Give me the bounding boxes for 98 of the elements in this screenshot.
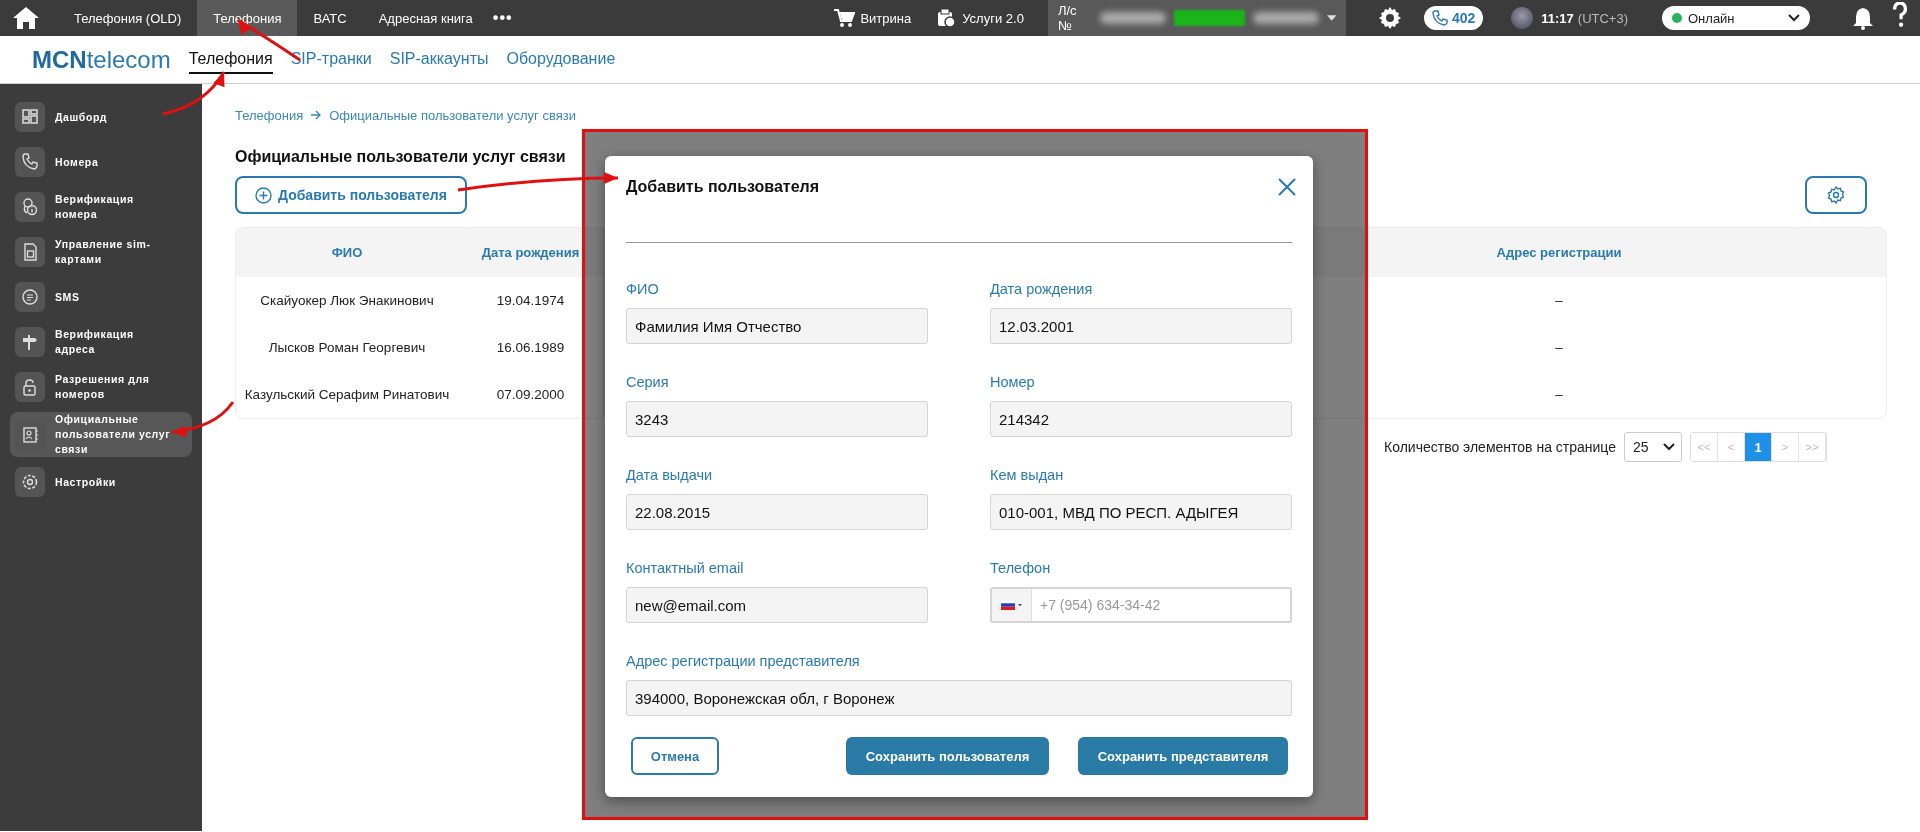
nav-tab[interactable]: ВАТС (297, 0, 363, 36)
sidebar-item[interactable]: Дашборд (10, 97, 192, 137)
column-header: Дата рождения (458, 228, 604, 277)
sidebar-item[interactable]: Номера (10, 142, 192, 182)
flag-icon[interactable] (1000, 600, 1023, 610)
table-cell-text: Казульский Серафим Ринатович (243, 386, 451, 404)
phone-info-icon (15, 192, 45, 222)
breadcrumb-link[interactable]: Телефония (235, 107, 304, 123)
clock-time: 11:17 (1541, 10, 1574, 26)
table-cell: 07.09.2000 (458, 371, 604, 418)
chevron-icon (1663, 443, 1675, 451)
caret-icon (1326, 15, 1336, 21)
services-label: Услуги 2.0 (962, 10, 1024, 26)
settings-icon (15, 467, 45, 497)
field-label: Номер (990, 374, 1036, 392)
settings-icon[interactable] (1377, 6, 1402, 30)
annotation-arrow (171, 401, 235, 438)
input-field[interactable]: new@email.com (626, 587, 928, 623)
sidebar-item[interactable]: Разрешения для номеров (10, 367, 192, 407)
status-label: Онлайн (1688, 10, 1735, 26)
field-label: Кем выдан (990, 467, 1065, 485)
dialog-title: Добавить пользователя (626, 178, 820, 196)
blurred-text (1252, 12, 1319, 24)
section-tab[interactable]: SIP-транки (290, 45, 372, 74)
nav-tab[interactable]: Телефония (197, 0, 298, 36)
field-label: Дата рождения (990, 281, 1094, 299)
more-menu[interactable]: ••• (492, 9, 513, 27)
phone-field[interactable]: +7 (954) 634-34-42 (990, 587, 1292, 623)
field-label: Телефон (990, 560, 1052, 578)
annotation-arrow (162, 71, 226, 116)
bell-icon[interactable] (1852, 6, 1874, 30)
phone-icon (15, 147, 45, 177)
close-icon[interactable] (1276, 176, 1298, 198)
services-link[interactable]: Услуги 2.0 (935, 8, 1024, 28)
signpost-icon (15, 327, 45, 357)
settings-button[interactable] (1805, 176, 1867, 214)
nav-tab[interactable]: Адресная книга (362, 0, 489, 36)
sim-card-icon (15, 237, 45, 267)
lock-icon (15, 372, 45, 402)
arrow-right-icon (311, 110, 322, 120)
table-cell-text: – (1554, 386, 1564, 404)
cart-icon (833, 8, 856, 28)
section-tab[interactable]: SIP-аккаунты (389, 45, 489, 74)
field-label: Контактный email (626, 560, 745, 578)
chevron-icon (1788, 14, 1800, 22)
shop-link[interactable]: Витрина (833, 8, 912, 28)
sidebar-item[interactable]: Верификация номера (10, 187, 192, 227)
field-label: Адрес регистрации представителя (626, 653, 861, 671)
save-button[interactable]: Сохранить представителя (1078, 737, 1288, 775)
section-tab[interactable]: Телефония (188, 45, 273, 74)
blurred-text (1173, 10, 1245, 26)
avatar-icon[interactable] (1511, 7, 1534, 29)
plus-icon (255, 186, 272, 204)
section-tab[interactable]: Оборудование (506, 45, 616, 74)
add-user-button[interactable]: Добавить пользователя (235, 176, 467, 214)
status-dropdown[interactable]: Онлайн (1662, 6, 1810, 30)
settings-icon (1827, 186, 1845, 204)
input-field[interactable]: Фамилия Имя Отчество (626, 308, 928, 344)
account-selector[interactable]: Л/с № (1047, 0, 1346, 36)
field-label: Дата выдачи (626, 467, 714, 485)
input-field[interactable]: 3243 (626, 401, 928, 437)
shop-label: Витрина (860, 10, 912, 26)
save-button[interactable]: Сохранить пользователя (846, 737, 1049, 775)
table-cell: 16.06.1989 (458, 324, 604, 371)
timezone-label: (UTC+3) (1577, 10, 1628, 26)
account-label: Л/с № (1057, 3, 1078, 33)
sidebar-item[interactable]: Верификация адреса (10, 322, 192, 362)
logo: MCNtelecom (32, 45, 171, 74)
sidebar-item[interactable]: Официальные пользователи услуг связи (10, 412, 192, 457)
input-field[interactable]: 394000, Воронежская обл, г Воронеж (626, 680, 1292, 716)
cancel-button[interactable]: Отмена (631, 737, 719, 775)
phone-icon (1431, 10, 1448, 26)
sidebar-item[interactable]: Настройки (10, 462, 192, 502)
column-header: ФИО (236, 228, 458, 277)
page-size-label: Количество элементов на странице (1384, 439, 1616, 455)
breadcrumb-link[interactable]: Официальные пользователи услуг связи (329, 107, 576, 123)
home-icon[interactable] (12, 6, 40, 30)
blurred-text (1099, 12, 1166, 24)
sidebar-item[interactable]: SMS (10, 277, 192, 317)
table-cell-text: Лысков Роман Георгевич (267, 339, 427, 357)
table-cell-text: – (1554, 339, 1564, 357)
input-field[interactable]: 12.03.2001 (990, 308, 1292, 344)
field-label: ФИО (626, 281, 660, 299)
input-field[interactable]: 22.08.2015 (626, 494, 928, 530)
page-title: Официальные пользователи услуг связи (235, 148, 567, 166)
nav-tab[interactable]: Телефония (OLD) (58, 0, 198, 36)
table-cell-text: Скайуокер Люк Энакинович (259, 292, 435, 310)
table-cell: 19.04.1974 (458, 277, 604, 324)
input-field[interactable]: 214342 (990, 401, 1292, 437)
grid-icon (15, 102, 45, 132)
page-size-select[interactable]: 25 (1624, 432, 1682, 462)
table-cell-text: – (1554, 292, 1564, 310)
calls-counter[interactable]: 402 (1423, 6, 1484, 30)
status-dot (1672, 13, 1682, 23)
chat-icon (15, 282, 45, 312)
input-field[interactable]: 010-001, МВД ПО РЕСП. АДЫГЕЯ (990, 494, 1292, 530)
field-label: Серия (626, 374, 670, 392)
sidebar-item[interactable]: Управление sim-картами (10, 232, 192, 272)
